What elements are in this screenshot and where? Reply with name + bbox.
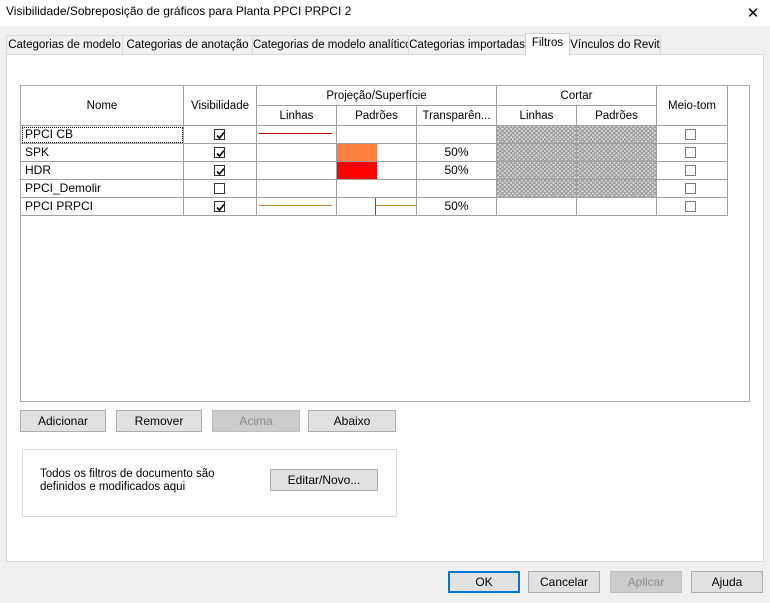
info-text: Todos os filtros de documento são defini… bbox=[40, 468, 215, 493]
proj-patterns-cell[interactable] bbox=[337, 180, 417, 198]
transparency-value: 50% bbox=[444, 145, 469, 159]
acima-button[interactable]: Acima bbox=[212, 410, 300, 432]
title-bar: Visibilidade/Sobreposição de gráficos pa… bbox=[0, 0, 770, 26]
ajuda-button[interactable]: Ajuda bbox=[691, 571, 763, 593]
visibility-cell[interactable] bbox=[184, 144, 257, 162]
transparency-value: 50% bbox=[444, 163, 469, 177]
aplicar-button[interactable]: Aplicar bbox=[610, 571, 682, 593]
row-name-spk[interactable]: SPK bbox=[21, 144, 184, 162]
editar-novo-button[interactable]: Editar/Novo... bbox=[270, 469, 378, 491]
tab-categorias-importadas[interactable]: Categorias importadas bbox=[408, 35, 526, 55]
proj-lines-cell[interactable] bbox=[257, 162, 337, 180]
info-box: Todos os filtros de documento são defini… bbox=[22, 449, 397, 517]
window-title: Visibilidade/Sobreposição de gráficos pa… bbox=[6, 4, 352, 18]
halftone-checkbox[interactable] bbox=[685, 147, 696, 158]
filters-table: Nome Visibilidade Projeção/Superfície Li… bbox=[20, 85, 750, 402]
row-name-ppci-demolir[interactable]: PPCI_Demolir bbox=[21, 180, 184, 198]
remover-button[interactable]: Remover bbox=[116, 410, 202, 432]
line-style-sample bbox=[259, 205, 332, 206]
proj-transparency-cell[interactable]: 50% bbox=[417, 162, 497, 180]
cut-lines-cell[interactable] bbox=[497, 198, 577, 216]
header-nome[interactable]: Nome bbox=[21, 86, 184, 126]
header-cortar: Cortar bbox=[497, 86, 657, 106]
cut-lines-cell-disabled bbox=[497, 180, 577, 198]
proj-lines-cell[interactable] bbox=[257, 198, 337, 216]
header-meio-tom[interactable]: Meio-tom bbox=[657, 86, 728, 126]
tab-filtros[interactable]: Filtros bbox=[525, 33, 570, 56]
halftone-cell[interactable] bbox=[657, 162, 728, 180]
visibility-cell[interactable] bbox=[184, 162, 257, 180]
pattern-divider bbox=[375, 198, 376, 215]
cut-patterns-cell-disabled bbox=[577, 162, 657, 180]
adicionar-button[interactable]: Adicionar bbox=[20, 410, 106, 432]
proj-patterns-cell[interactable] bbox=[337, 162, 417, 180]
cut-lines-cell-disabled bbox=[497, 162, 577, 180]
tab-categorias-de-modelo[interactable]: Categorias de modelo bbox=[6, 35, 123, 55]
halftone-checkbox[interactable] bbox=[685, 129, 696, 140]
cut-lines-cell-disabled bbox=[497, 126, 577, 144]
header-visibilidade[interactable]: Visibilidade bbox=[184, 86, 257, 126]
proj-patterns-cell[interactable] bbox=[337, 144, 417, 162]
halftone-checkbox[interactable] bbox=[685, 183, 696, 194]
halftone-cell[interactable] bbox=[657, 198, 728, 216]
tab-categorias-de-anotacao[interactable]: Categorias de anotação bbox=[122, 35, 253, 55]
proj-lines-cell[interactable] bbox=[257, 180, 337, 198]
halftone-cell[interactable] bbox=[657, 126, 728, 144]
cut-patterns-cell[interactable] bbox=[577, 198, 657, 216]
row-name-ppci-prpci[interactable]: PPCI PRPCI bbox=[21, 198, 184, 216]
proj-lines-cell[interactable] bbox=[257, 144, 337, 162]
proj-transparency-cell[interactable] bbox=[417, 180, 497, 198]
header-cortar-padroes[interactable]: Padrões bbox=[577, 106, 657, 126]
visibility-checkbox[interactable] bbox=[214, 165, 225, 176]
cut-patterns-cell-disabled bbox=[577, 180, 657, 198]
visibility-checkbox[interactable] bbox=[214, 183, 225, 194]
header-projecao-superficie: Projeção/Superfície bbox=[257, 86, 497, 106]
tab-vinculos-do-revit[interactable]: Vínculos do Revit bbox=[569, 35, 661, 55]
transparency-value: 50% bbox=[444, 199, 469, 213]
halftone-cell[interactable] bbox=[657, 180, 728, 198]
tab-categorias-de-modelo-analitico[interactable]: Categorias de modelo analítico bbox=[252, 35, 412, 55]
proj-transparency-cell[interactable] bbox=[417, 126, 497, 144]
abaixo-button[interactable]: Abaixo bbox=[308, 410, 396, 432]
pattern-line-sample bbox=[376, 205, 416, 206]
proj-transparency-cell[interactable]: 50% bbox=[417, 144, 497, 162]
cancelar-button[interactable]: Cancelar bbox=[528, 571, 600, 593]
pattern-color-swatch bbox=[337, 162, 377, 179]
pattern-color-swatch bbox=[337, 144, 377, 161]
header-cortar-linhas[interactable]: Linhas bbox=[497, 106, 577, 126]
proj-patterns-cell[interactable] bbox=[337, 198, 417, 216]
proj-transparency-cell[interactable]: 50% bbox=[417, 198, 497, 216]
halftone-checkbox[interactable] bbox=[685, 201, 696, 212]
visibility-cell[interactable] bbox=[184, 198, 257, 216]
row-name-ppci-cb[interactable]: PPCI CB bbox=[21, 126, 184, 144]
halftone-cell[interactable] bbox=[657, 144, 728, 162]
header-proj-padroes[interactable]: Padrões bbox=[337, 106, 417, 126]
visibility-checkbox[interactable] bbox=[214, 129, 225, 140]
row-name-hdr[interactable]: HDR bbox=[21, 162, 184, 180]
cut-patterns-cell-disabled bbox=[577, 144, 657, 162]
visibility-checkbox[interactable] bbox=[214, 201, 225, 212]
visibility-cell[interactable] bbox=[184, 180, 257, 198]
close-icon[interactable]: ✕ bbox=[736, 0, 770, 26]
halftone-checkbox[interactable] bbox=[685, 165, 696, 176]
line-style-sample bbox=[259, 133, 332, 134]
proj-lines-cell[interactable] bbox=[257, 126, 337, 144]
header-proj-linhas[interactable]: Linhas bbox=[257, 106, 337, 126]
cut-patterns-cell-disabled bbox=[577, 126, 657, 144]
ok-button[interactable]: OK bbox=[448, 571, 520, 593]
visibility-cell[interactable] bbox=[184, 126, 257, 144]
proj-patterns-cell[interactable] bbox=[337, 126, 417, 144]
cut-lines-cell-disabled bbox=[497, 144, 577, 162]
header-proj-transparencia[interactable]: Transparên... bbox=[417, 106, 497, 126]
visibility-checkbox[interactable] bbox=[214, 147, 225, 158]
